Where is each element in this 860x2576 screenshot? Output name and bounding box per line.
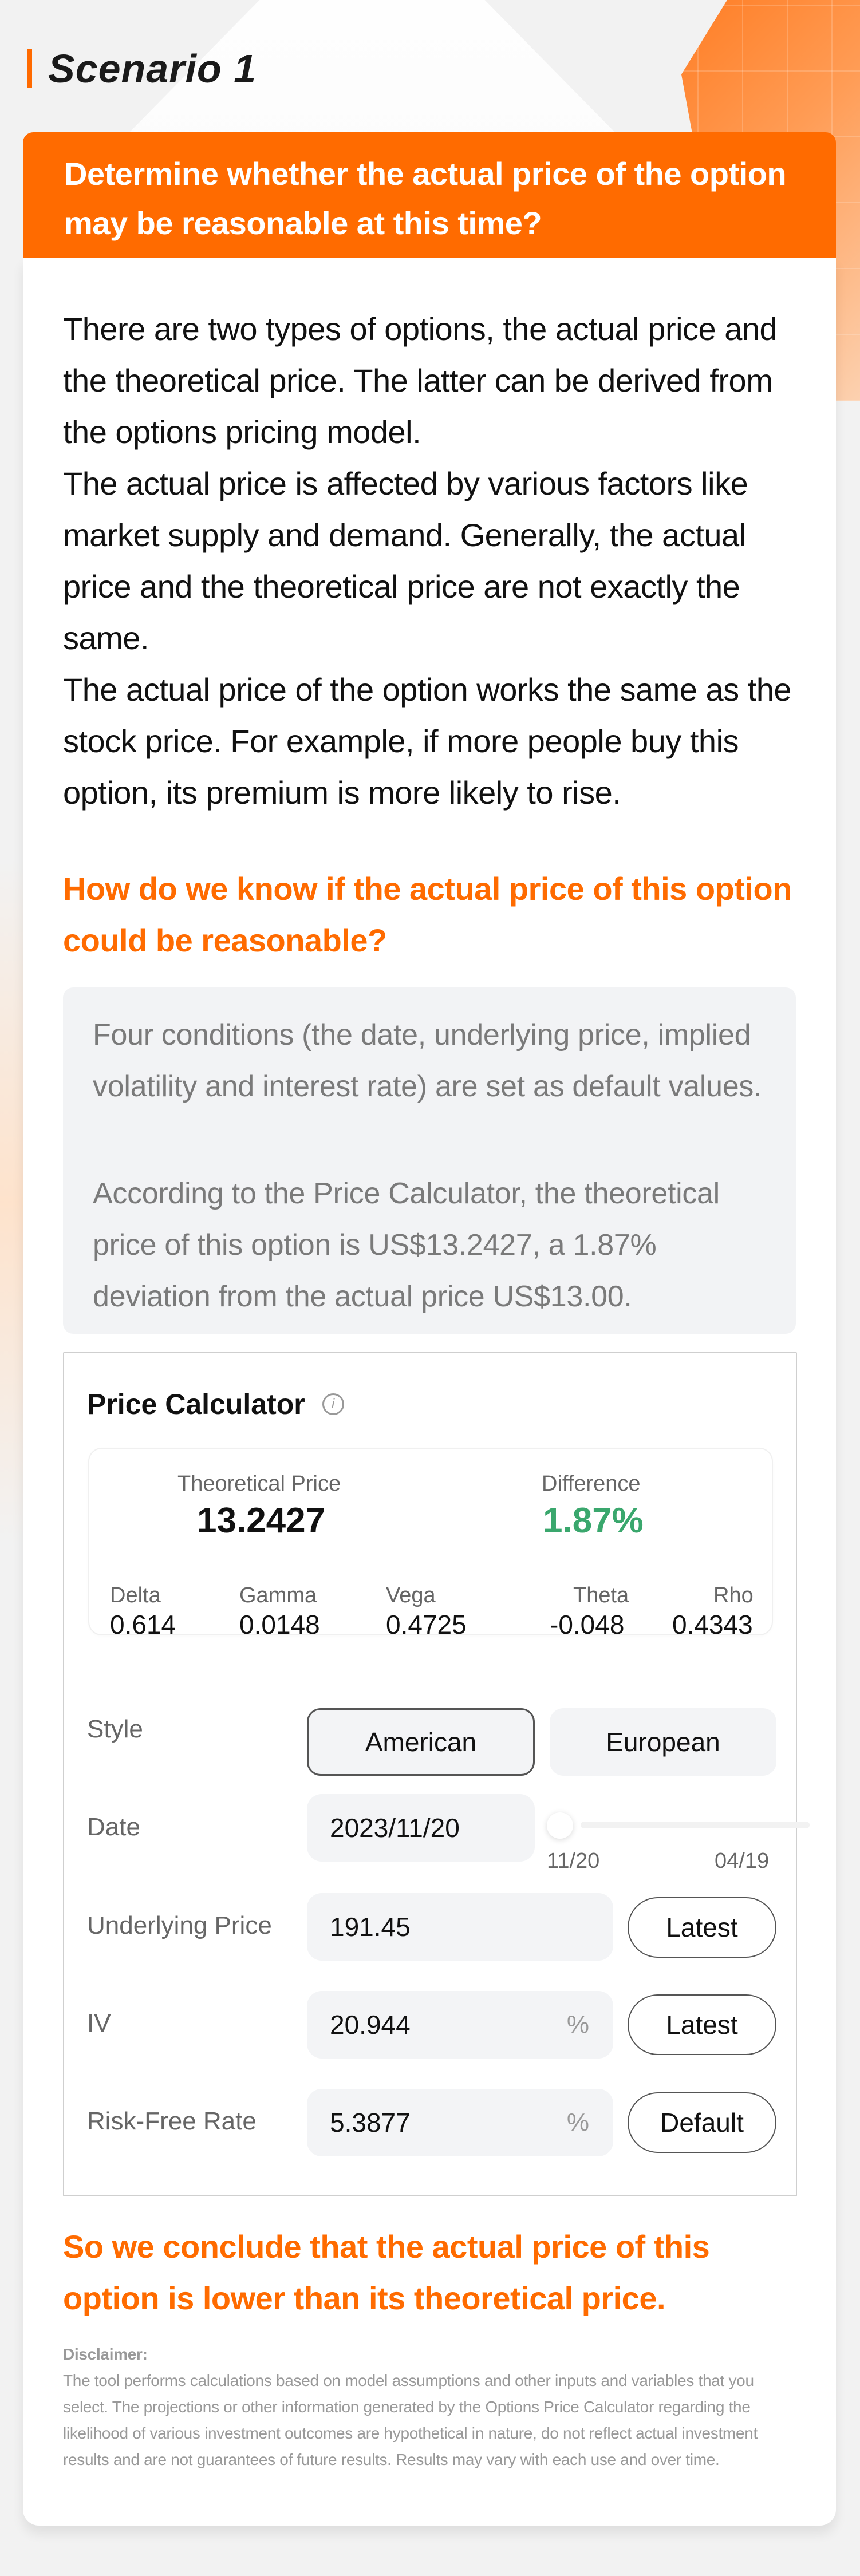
greek-value-vega: 0.4725 <box>386 1610 467 1639</box>
question-header: Determine whether the actual price of th… <box>23 132 836 258</box>
date-input[interactable]: 2023/11/20 <box>307 1794 535 1862</box>
theoretical-price-value: 13.2427 <box>197 1501 326 1540</box>
intro-paragraph: The actual price is affected by various … <box>63 465 748 656</box>
underlying-price-value: 191.45 <box>330 1912 411 1942</box>
style-label: Style <box>87 1715 143 1743</box>
intro-paragraph: There are two types of options, the actu… <box>63 311 778 450</box>
risk-free-rate-value: 5.3877 <box>330 2108 411 2138</box>
style-european-button[interactable]: European <box>550 1708 776 1776</box>
difference-label: Difference <box>542 1472 641 1496</box>
date-slider-handle[interactable] <box>547 1812 573 1839</box>
conclusion-text: So we conclude that the actual price of … <box>63 2229 710 2316</box>
theoretical-price-label: Theoretical Price <box>177 1472 341 1496</box>
iv-value: 20.944 <box>330 2010 411 2040</box>
intro-paragraph: The actual price of the option works the… <box>63 671 792 811</box>
risk-free-rate-default-button[interactable]: Default <box>628 2092 776 2153</box>
underlying-price-label: Underlying Price <box>87 1911 272 1939</box>
risk-free-rate-label: Risk-Free Rate <box>87 2107 257 2135</box>
greek-label-vega: Vega <box>386 1583 436 1607</box>
greek-value-delta: 0.614 <box>110 1610 176 1639</box>
iv-label: IV <box>87 2009 111 2037</box>
difference-value: 1.87% <box>543 1501 644 1540</box>
greek-value-theta: -0.048 <box>550 1610 625 1639</box>
style-american-button[interactable]: American <box>307 1708 535 1776</box>
greek-label-gamma: Gamma <box>239 1583 317 1607</box>
disclaimer-text: The tool performs calculations based on … <box>63 2372 758 2468</box>
slider-start-label: 11/20 <box>547 1849 600 1873</box>
header-question: Determine whether the actual price of th… <box>64 156 787 241</box>
calculator-title-text: Price Calculator <box>87 1388 305 1420</box>
underlying-price-input[interactable]: 191.45 <box>307 1893 613 1961</box>
greek-label-theta: Theta <box>573 1583 629 1607</box>
greek-label-delta: Delta <box>110 1583 161 1607</box>
iv-latest-button[interactable]: Latest <box>628 1994 776 2055</box>
scenario-title: Scenario 1 <box>48 46 257 91</box>
iv-percent-unit: % <box>566 2010 589 2038</box>
underlying-latest-button[interactable]: Latest <box>628 1897 776 1958</box>
risk-free-rate-percent-unit: % <box>566 2108 589 2136</box>
date-value: 2023/11/20 <box>330 1813 460 1843</box>
disclaimer-title: Disclaimer: <box>63 2345 148 2363</box>
info-circle-icon[interactable]: i <box>322 1393 344 1415</box>
sub-question: How do we know if the actual price of th… <box>63 871 792 958</box>
date-label: Date <box>87 1813 140 1841</box>
intro-text: There are two types of options, the actu… <box>63 303 807 819</box>
price-calculator: Price Calculator i Theoretical Price 13.… <box>63 1352 797 2196</box>
slider-end-label: 04/19 <box>715 1849 770 1873</box>
risk-free-rate-input[interactable]: 5.3877 % <box>307 2089 613 2156</box>
scenario-heading: Scenario 1 <box>27 46 257 91</box>
scenario-accent-bar <box>27 49 32 88</box>
greek-value-rho: 0.4343 <box>672 1610 753 1639</box>
greek-label-rho: Rho <box>713 1583 754 1607</box>
iv-input[interactable]: 20.944 % <box>307 1991 613 2059</box>
info-box-result: According to the Price Calculator, the t… <box>63 1145 796 1334</box>
results-panel: Theoretical Price 13.2427 Difference 1.8… <box>88 1448 773 1639</box>
disclaimer: Disclaimer: The tool performs calculatio… <box>63 2341 802 2473</box>
date-slider-track[interactable] <box>581 1822 810 1828</box>
info-box-conditions: Four conditions (the date, underlying pr… <box>63 987 796 1172</box>
background-left-glow <box>0 859 23 1546</box>
calculator-title: Price Calculator i <box>87 1388 344 1421</box>
greek-value-gamma: 0.0148 <box>239 1610 320 1639</box>
